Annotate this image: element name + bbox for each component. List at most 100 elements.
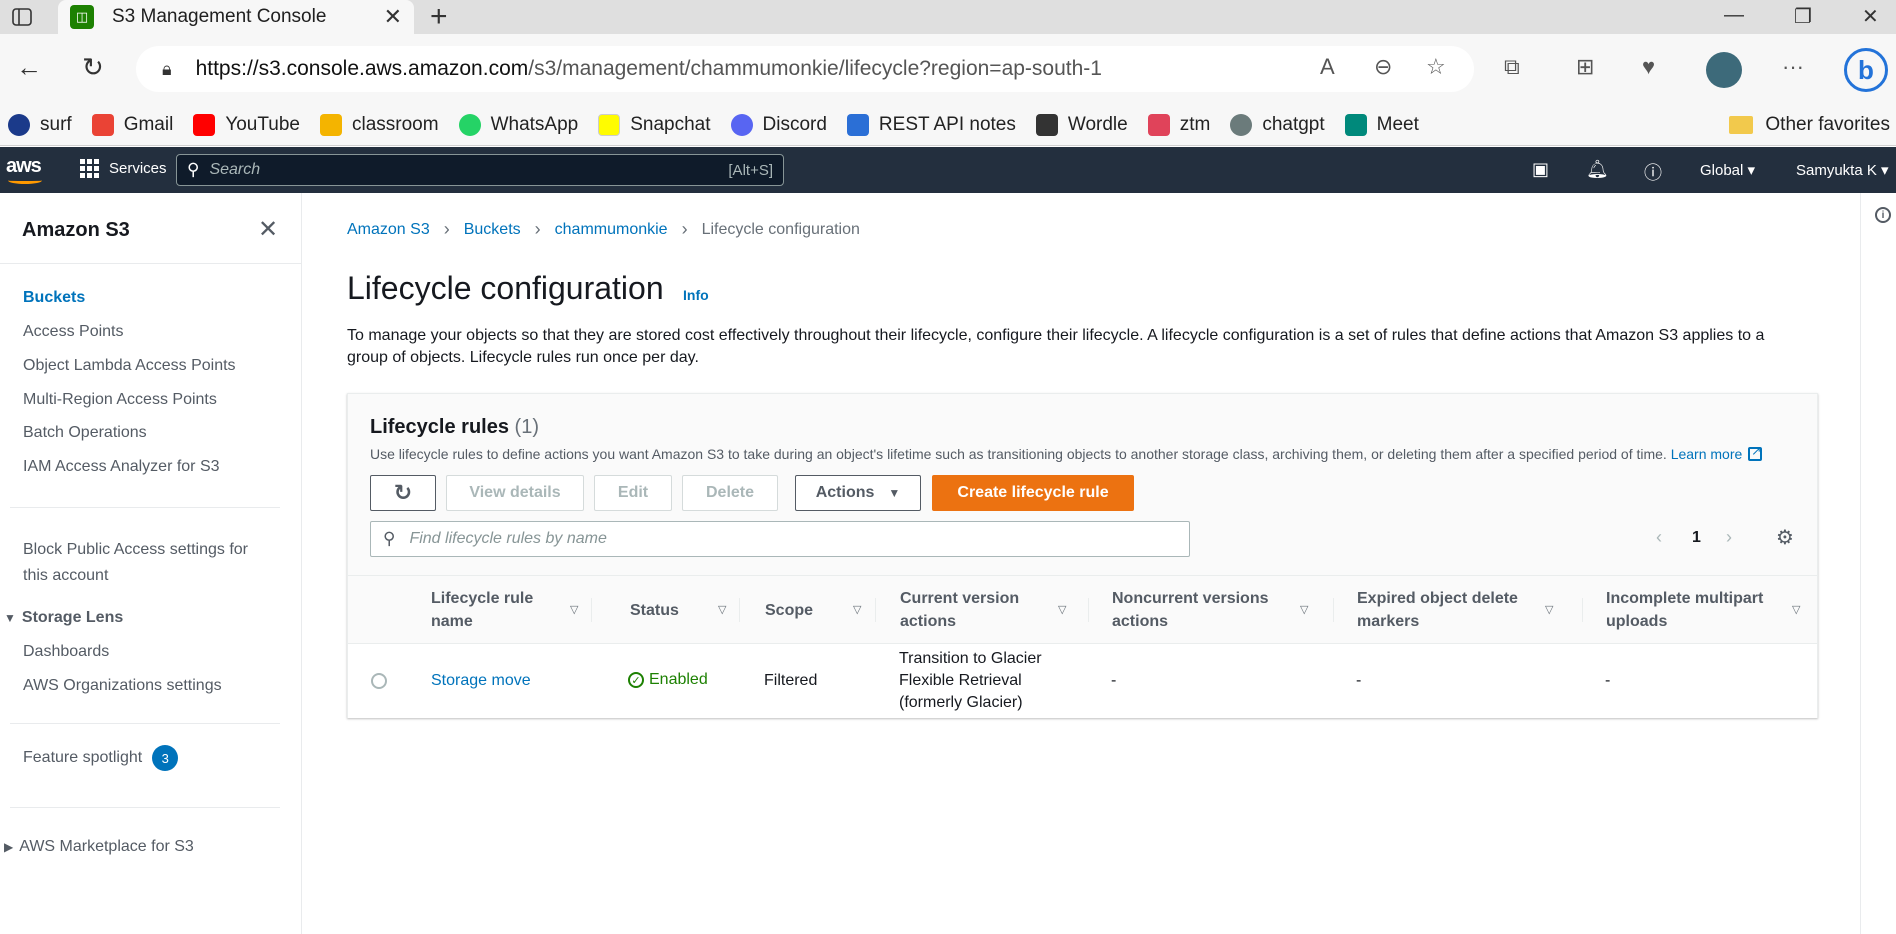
restore-icon[interactable]: ❐ — [1794, 4, 1812, 29]
close-window-icon[interactable]: ✕ — [1862, 4, 1879, 29]
tab-actions-icon[interactable] — [8, 6, 36, 28]
table-settings-icon[interactable]: ⚙ — [1776, 525, 1794, 550]
bookmark-snapchat[interactable]: Snapchat — [598, 113, 711, 136]
gmail-icon — [91, 113, 114, 136]
chevron-right-icon: › — [443, 219, 450, 239]
extensions-icon[interactable]: ⧉ — [1504, 54, 1520, 80]
actions-dropdown[interactable]: Actions ▼ — [795, 475, 921, 511]
more-menu-icon[interactable]: ··· — [1782, 54, 1804, 80]
bookmark-surf[interactable]: surf — [8, 113, 72, 136]
sidebar-item-feature-spotlight[interactable]: Feature spotlight 3 — [23, 745, 179, 771]
bookmark-chatgpt[interactable]: chatgpt — [1230, 113, 1325, 136]
view-details-button[interactable]: View details — [446, 475, 584, 511]
table-row[interactable]: Storage move ✓ Enabled Filtered Transiti… — [348, 644, 1817, 718]
create-lifecycle-rule-button[interactable]: Create lifecycle rule — [932, 475, 1134, 511]
bookmark-wordle[interactable]: Wordle — [1035, 113, 1128, 136]
close-tab-icon[interactable]: ✕ — [384, 4, 402, 30]
row-select-radio[interactable] — [371, 673, 387, 689]
favorite-star-icon[interactable]: ☆ — [1426, 54, 1446, 80]
back-icon[interactable]: ← — [16, 52, 42, 83]
breadcrumb-bucket[interactable]: chammumonkie — [555, 221, 668, 239]
previous-page-icon[interactable]: ‹ — [1656, 527, 1662, 548]
minimize-icon[interactable]: — — [1724, 4, 1744, 27]
bookmark-discord[interactable]: Discord — [730, 113, 827, 136]
sidebar-item-iam-access-analyzer[interactable]: IAM Access Analyzer for S3 — [23, 458, 220, 476]
status-badge: ✓ Enabled — [628, 671, 708, 689]
sidebar-item-access-points[interactable]: Access Points — [23, 323, 123, 341]
bookmark-ztm[interactable]: ztm — [1147, 113, 1210, 136]
sidebar-section-storage-lens[interactable]: ▼ Storage Lens — [4, 609, 123, 627]
caret-down-icon: ▼ — [4, 611, 16, 625]
column-header-incomplete-uploads[interactable]: Incomplete multipart uploads ▽ — [1606, 576, 1804, 644]
bookmark-whatsapp[interactable]: WhatsApp — [458, 113, 578, 136]
bing-icon[interactable]: b — [1844, 48, 1888, 92]
collections-icon[interactable]: ⊞ — [1576, 54, 1594, 80]
sidebar-item-object-lambda[interactable]: Object Lambda Access Points — [23, 357, 236, 375]
new-tab-icon[interactable]: + — [430, 2, 448, 32]
breadcrumb-amazon-s3[interactable]: Amazon S3 — [347, 221, 430, 239]
surf-icon — [8, 113, 30, 136]
zoom-icon[interactable]: ⊖ — [1374, 54, 1392, 80]
expired-markers-cell: - — [1356, 672, 1362, 689]
column-header-expired-markers[interactable]: Expired object delete markers ▽ — [1357, 576, 1557, 644]
column-header-noncurrent[interactable]: Noncurrent versions actions ▽ — [1112, 576, 1312, 644]
chevron-right-icon: › — [681, 219, 688, 239]
column-header-current-version[interactable]: Current version actions ▽ — [900, 576, 1070, 644]
refresh-button[interactable]: ↻ — [370, 475, 436, 511]
scope-cell: Filtered — [764, 672, 818, 689]
bookmark-meet[interactable]: Meet — [1344, 113, 1419, 136]
snapchat-icon — [598, 113, 621, 136]
aws-search-input[interactable]: ⚲ Search [Alt+S] — [176, 154, 784, 186]
bookmark-youtube[interactable]: YouTube — [193, 113, 300, 136]
sort-icon[interactable]: ▽ — [1300, 599, 1308, 622]
other-favorites[interactable]: Other favorites — [1729, 104, 1890, 146]
column-header-rule-name[interactable]: Lifecycle rule name ▽ — [431, 576, 581, 644]
column-header-status[interactable]: Status ▽ — [630, 576, 730, 644]
column-header-scope[interactable]: Scope ▽ — [765, 576, 865, 644]
sort-icon[interactable]: ▽ — [718, 599, 726, 622]
aws-logo[interactable]: aws — [6, 155, 42, 184]
info-icon[interactable]: i — [1875, 207, 1891, 223]
sidebar-item-marketplace[interactable]: ▶ AWS Marketplace for S3 — [4, 838, 194, 856]
chevron-right-icon: › — [534, 219, 541, 239]
rule-name-link[interactable]: Storage move — [431, 672, 531, 690]
services-menu[interactable]: Services — [80, 159, 167, 178]
notifications-bell-icon[interactable]: 🔔︎ — [1586, 159, 1609, 180]
help-icon[interactable]: ⓘ — [1644, 159, 1662, 185]
check-circle-icon: ✓ — [628, 672, 644, 688]
refresh-icon[interactable]: ↻ — [82, 52, 104, 83]
filter-rules-input[interactable]: ⚲ Find lifecycle rules by name — [370, 521, 1190, 557]
sidebar-item-dashboards[interactable]: Dashboards — [23, 643, 109, 661]
performance-icon[interactable]: ♥ — [1642, 54, 1655, 80]
region-selector[interactable]: Global ▾ — [1700, 161, 1755, 179]
sidebar-item-organizations-settings[interactable]: AWS Organizations settings — [23, 677, 222, 695]
edit-button[interactable]: Edit — [594, 475, 672, 511]
profile-avatar[interactable] — [1706, 52, 1742, 88]
delete-button[interactable]: Delete — [682, 475, 778, 511]
learn-more-link[interactable]: Learn more — [1671, 444, 1763, 462]
url-field[interactable]: 🔒︎ https://s3.console.aws.amazon.com/s3/… — [136, 46, 1474, 92]
sort-icon[interactable]: ▽ — [1545, 599, 1553, 622]
sidebar-item-buckets[interactable]: Buckets — [23, 289, 85, 307]
read-aloud-icon[interactable]: A — [1320, 54, 1335, 80]
account-menu[interactable]: Samyukta K ▾ — [1796, 161, 1889, 179]
bookmark-rest-api-notes[interactable]: REST API notes — [846, 113, 1016, 136]
sort-icon[interactable]: ▽ — [570, 599, 578, 622]
bookmark-gmail[interactable]: Gmail — [91, 113, 173, 136]
sort-icon[interactable]: ▽ — [1058, 599, 1066, 622]
close-sidebar-icon[interactable]: ✕ — [258, 215, 278, 244]
sort-icon[interactable]: ▽ — [853, 599, 861, 622]
breadcrumb-buckets[interactable]: Buckets — [464, 221, 521, 239]
page-number[interactable]: 1 — [1692, 529, 1701, 547]
sort-icon[interactable]: ▽ — [1792, 599, 1800, 622]
bookmark-classroom[interactable]: classroom — [319, 113, 439, 136]
sidebar-item-multi-region[interactable]: Multi-Region Access Points — [23, 391, 217, 409]
next-page-icon[interactable]: › — [1726, 527, 1732, 548]
info-link[interactable]: Info — [683, 287, 709, 303]
cloudshell-icon[interactable]: ▣ — [1532, 159, 1549, 180]
sidebar-item-batch-operations[interactable]: Batch Operations — [23, 424, 147, 442]
panel-description: Use lifecycle rules to define actions yo… — [370, 444, 1763, 462]
sidebar-divider — [10, 507, 280, 508]
browser-tab-active[interactable]: ◫ S3 Management Console ✕ — [58, 0, 414, 34]
sidebar-item-block-public-access[interactable]: Block Public Access settings for this ac… — [23, 537, 248, 589]
